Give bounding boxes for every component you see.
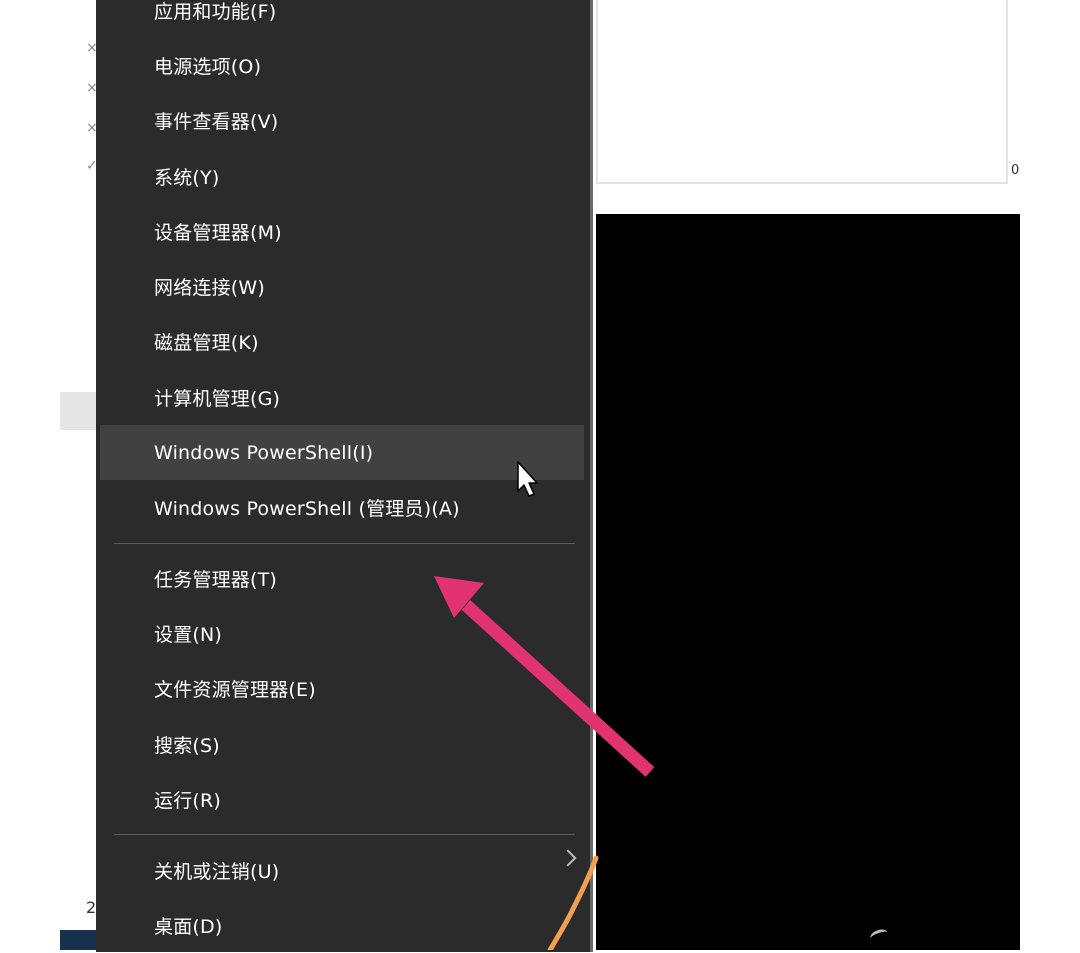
background-panel — [596, 0, 1008, 184]
menu-item-computer-management[interactable]: 计算机管理(G) — [100, 370, 584, 425]
menu-item-search[interactable]: 搜索(S) — [100, 717, 584, 772]
menu-separator — [114, 543, 575, 544]
menu-item-powershell[interactable]: Windows PowerShell(I) — [100, 425, 584, 480]
menu-item-shutdown-signout[interactable]: 关机或注销(U) — [100, 843, 584, 898]
menu-item-power-options[interactable]: 电源选项(O) — [100, 38, 584, 93]
menu-item-apps-features[interactable]: 应用和功能(F) — [100, 0, 584, 38]
taskbar-fragment — [60, 930, 100, 950]
menu-item-desktop[interactable]: 桌面(D) — [100, 898, 584, 953]
menu-item-network-connections[interactable]: 网络连接(W) — [100, 259, 584, 314]
menu-item-task-manager[interactable]: 任务管理器(T) — [100, 551, 584, 606]
menu-item-device-manager[interactable]: 设备管理器(M) — [100, 204, 584, 259]
menu-item-disk-management[interactable]: 磁盘管理(K) — [100, 314, 584, 369]
background-selected-row — [60, 392, 100, 430]
menu-item-settings[interactable]: 设置(N) — [100, 606, 584, 661]
menu-item-run[interactable]: 运行(R) — [100, 772, 584, 827]
winx-context-menu: 应用和功能(F) 电源选项(O) 事件查看器(V) 系统(Y) 设备管理器(M)… — [96, 0, 593, 952]
background-text: 2 — [86, 898, 97, 917]
menu-item-file-explorer[interactable]: 文件资源管理器(E) — [100, 661, 584, 716]
menu-item-powershell-admin[interactable]: Windows PowerShell (管理员)(A) — [100, 480, 584, 535]
background-text: 0 — [1011, 163, 1020, 178]
console-window — [596, 214, 1020, 950]
menu-item-system[interactable]: 系统(Y) — [100, 149, 584, 204]
menu-separator — [114, 834, 575, 835]
menu-item-event-viewer[interactable]: 事件查看器(V) — [100, 93, 584, 148]
